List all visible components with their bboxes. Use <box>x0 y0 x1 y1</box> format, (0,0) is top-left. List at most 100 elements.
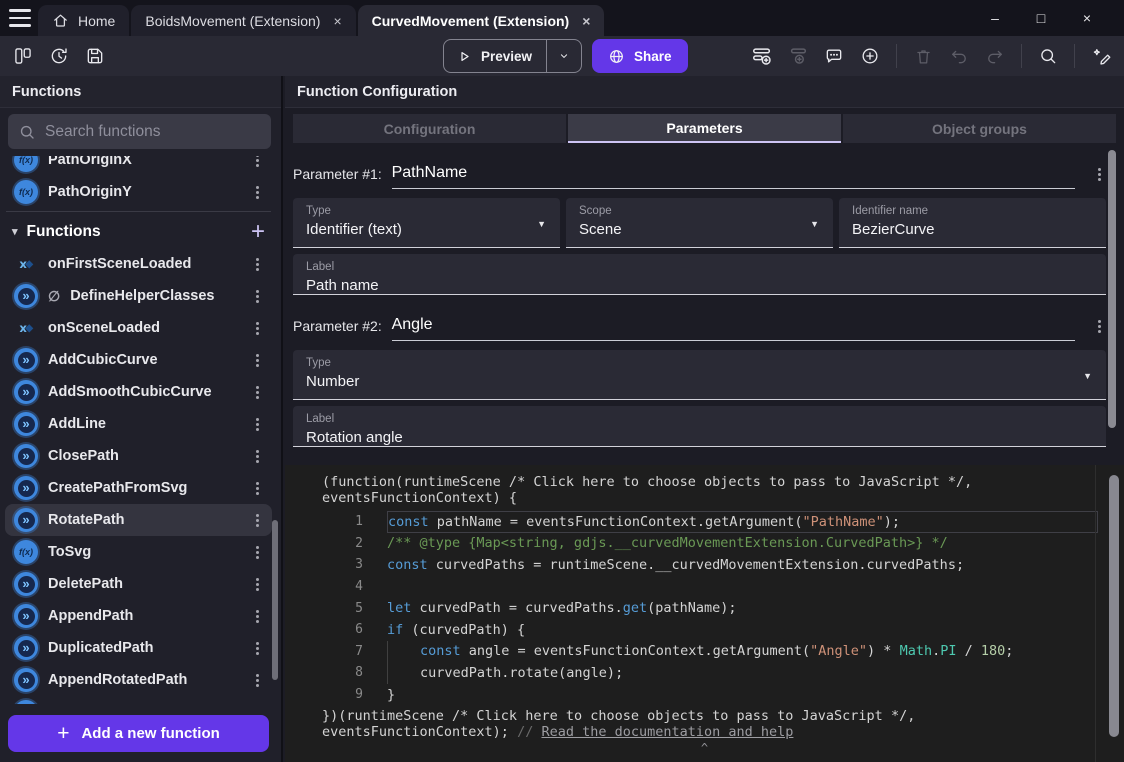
preview-label: Preview <box>481 49 532 64</box>
item-menu-button[interactable] <box>250 545 264 559</box>
tab-configuration[interactable]: Configuration <box>293 114 566 143</box>
item-menu-button[interactable] <box>250 481 264 495</box>
function-configuration-panel: Function Configuration ConfigurationPara… <box>285 76 1124 762</box>
preview-options-button[interactable] <box>547 49 581 63</box>
item-menu-button[interactable] <box>250 577 264 591</box>
search-icon[interactable] <box>1033 41 1063 71</box>
edit-extension-icon[interactable] <box>1086 41 1116 71</box>
function-list-item[interactable]: f(x)SpeedScaleY <box>5 696 272 704</box>
function-expression-icon: f(x) <box>14 156 38 172</box>
function-list-item[interactable]: »AppendRotatedPath <box>5 664 272 696</box>
item-menu-button[interactable] <box>250 185 264 199</box>
field-label[interactable]: LabelRotation angle <box>293 406 1106 447</box>
item-menu-button[interactable] <box>250 385 264 399</box>
tab-parameters[interactable]: Parameters <box>568 114 841 143</box>
preview-button[interactable]: Preview <box>443 39 582 73</box>
add-function-plus-icon[interactable]: + <box>251 222 265 242</box>
main-scrollbar-thumb[interactable] <box>1108 150 1116 428</box>
item-menu-button[interactable] <box>1092 319 1106 333</box>
close-tab-icon[interactable]: × <box>582 13 590 29</box>
project-manager-icon[interactable] <box>8 41 38 71</box>
line-number: 5 <box>285 601 375 616</box>
parameter-fields: TypeNumber▼ LabelRotation angle <box>293 350 1106 447</box>
editor-scrollbar-thumb[interactable] <box>1109 475 1119 737</box>
collapse-caret-icon[interactable]: ▾ <box>12 225 18 238</box>
documentation-link[interactable]: Read the documentation and help <box>541 724 793 740</box>
maximize-button[interactable]: □ <box>1018 10 1064 26</box>
save-icon[interactable] <box>80 41 110 71</box>
item-menu-button[interactable] <box>250 289 264 303</box>
add-event-icon[interactable] <box>747 41 777 71</box>
item-menu-button[interactable] <box>250 609 264 623</box>
function-list-item[interactable]: »ClosePath <box>5 440 272 472</box>
parameter-name-input[interactable]: Angle <box>392 316 1075 341</box>
function-expression-icon: f(x) <box>14 540 38 564</box>
minimize-button[interactable]: – <box>972 10 1018 26</box>
function-list-item[interactable]: »DuplicatedPath <box>5 632 272 664</box>
function-list-item[interactable]: »CreatePathFromSvg <box>5 472 272 504</box>
function-list-item[interactable]: »DeletePath <box>5 568 272 600</box>
item-menu-button[interactable] <box>250 449 264 463</box>
item-menu-button[interactable] <box>1092 167 1106 181</box>
item-menu-button[interactable] <box>250 641 264 655</box>
function-list-item[interactable]: f(x)ToSvg <box>5 536 272 568</box>
search-functions-input[interactable] <box>45 123 261 141</box>
chevrons-glyph: » <box>18 640 35 657</box>
tab-boidsmovement[interactable]: BoidsMovement (Extension) × <box>131 5 355 36</box>
field-type[interactable]: TypeIdentifier (text)▼ <box>293 198 560 248</box>
chevrons-glyph: » <box>18 288 35 305</box>
add-comment-icon[interactable] <box>819 41 849 71</box>
function-list-item[interactable]: »RotatePath <box>5 504 272 536</box>
field-identifier-name[interactable]: Identifier nameBezierCurve <box>839 198 1106 248</box>
chevrons-glyph: » <box>18 512 35 529</box>
code-line: 8curvedPath.rotate(angle); <box>285 662 1124 684</box>
functions-group-header[interactable]: ▾Functions+ <box>5 215 272 248</box>
function-list-item[interactable]: f(x)PathOriginY <box>5 176 272 208</box>
function-lifecycle-icon: ›‹◆ <box>14 252 38 276</box>
function-list-item[interactable]: »AddCubicCurve <box>5 344 272 376</box>
add-function-button[interactable]: + Add a new function <box>8 715 269 752</box>
javascript-code-editor[interactable]: (function(runtimeScene /* Click here to … <box>285 465 1124 762</box>
redo-icon[interactable] <box>980 41 1010 71</box>
parameter-number-label: Parameter #2: <box>293 318 386 341</box>
add-subevent-icon[interactable] <box>783 41 813 71</box>
function-list-item[interactable]: ›‹◆onSceneLoaded <box>5 312 272 344</box>
item-menu-button[interactable] <box>250 156 264 167</box>
field-type[interactable]: TypeNumber▼ <box>293 350 1106 400</box>
function-list-item[interactable]: »AddSmoothCubicCurve <box>5 376 272 408</box>
item-menu-button[interactable] <box>250 321 264 335</box>
titlebar: Home BoidsMovement (Extension) × CurvedM… <box>0 0 1124 36</box>
undo-icon[interactable] <box>944 41 974 71</box>
tab-home[interactable]: Home <box>38 5 129 36</box>
delete-icon[interactable] <box>908 41 938 71</box>
item-menu-button[interactable] <box>250 673 264 687</box>
tab-object-groups[interactable]: Object groups <box>843 114 1116 143</box>
parameter-name-input[interactable]: PathName <box>392 164 1075 189</box>
tab-curvedmovement[interactable]: CurvedMovement (Extension) × <box>358 5 605 36</box>
function-name-label: AddSmoothCubicCurve <box>48 384 212 400</box>
main-menu-icon[interactable] <box>9 9 31 27</box>
function-expression-icon: f(x) <box>14 700 38 704</box>
function-list-item[interactable]: ›‹◆onFirstSceneLoaded <box>5 248 272 280</box>
function-list-item[interactable]: »AddLine <box>5 408 272 440</box>
toolbar-divider <box>1074 44 1075 68</box>
line-number: 1 <box>285 514 375 529</box>
item-menu-button[interactable] <box>250 353 264 367</box>
function-list-item[interactable]: »∅DefineHelperClasses <box>5 280 272 312</box>
item-menu-button[interactable] <box>250 513 264 527</box>
close-window-button[interactable]: × <box>1064 10 1110 26</box>
item-menu-button[interactable] <box>250 417 264 431</box>
field-scope[interactable]: ScopeScene▼ <box>566 198 833 248</box>
item-menu-button[interactable] <box>250 257 264 271</box>
function-list-item[interactable]: f(x)PathOriginX <box>5 156 272 176</box>
share-button[interactable]: Share <box>592 39 688 73</box>
editor-collapse-caret[interactable]: ^ <box>285 743 1124 754</box>
add-other-icon[interactable] <box>855 41 885 71</box>
history-icon[interactable] <box>44 41 74 71</box>
close-tab-icon[interactable]: × <box>333 13 341 29</box>
field-label[interactable]: LabelPath name <box>293 254 1106 295</box>
function-list-item[interactable]: »AppendPath <box>5 600 272 632</box>
sidebar-scrollbar-thumb[interactable] <box>272 520 278 680</box>
chevrons-glyph: » <box>18 480 35 497</box>
empty-set-icon: ∅ <box>48 288 60 305</box>
